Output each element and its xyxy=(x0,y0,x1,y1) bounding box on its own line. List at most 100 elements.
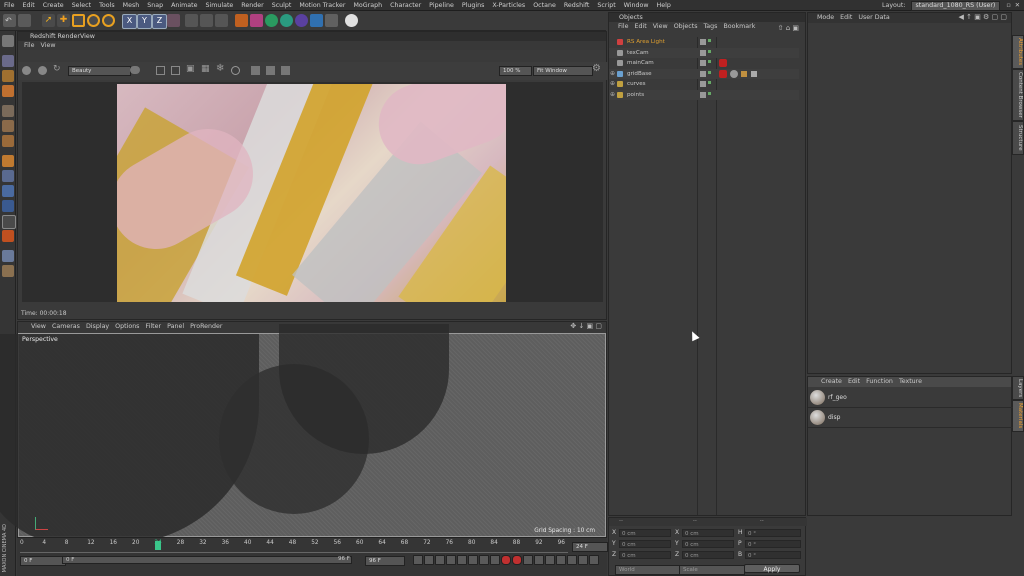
check-icon[interactable] xyxy=(708,49,711,53)
polygons-mode-icon[interactable] xyxy=(2,135,14,147)
visibility-icon[interactable] xyxy=(700,70,706,77)
record-icon[interactable] xyxy=(501,555,511,565)
tab-attributes[interactable]: Attributes xyxy=(1012,35,1024,69)
visibility-icon[interactable] xyxy=(700,49,706,56)
position-key-icon[interactable] xyxy=(534,555,544,565)
coord-size-field[interactable]: 0 cm xyxy=(682,529,734,537)
attributes-menu-edit[interactable]: Edit xyxy=(837,13,855,22)
tab-structure[interactable]: Structure xyxy=(1012,121,1024,155)
light-icon[interactable] xyxy=(345,14,358,27)
crop-icon[interactable] xyxy=(171,66,180,75)
aov-select[interactable]: Beauty xyxy=(68,66,131,76)
layout-select[interactable]: standard_1080_RS (User) xyxy=(910,1,1001,11)
next-frame-icon[interactable] xyxy=(457,555,467,565)
check-icon[interactable] xyxy=(708,39,711,42)
menu-mograph[interactable]: MoGraph xyxy=(349,0,386,11)
autokey-icon[interactable] xyxy=(512,555,522,565)
subdivision-icon[interactable] xyxy=(265,14,278,27)
coord-rot-field[interactable]: 0 ° xyxy=(745,540,801,548)
viewport-menu-panel[interactable]: Panel xyxy=(164,322,187,331)
attributes-nav-icons[interactable]: ◀ ↑ ▣ ⚙ ▢ ▢ xyxy=(959,13,1008,21)
objects-menu-bookmark[interactable]: Bookmark xyxy=(720,22,758,31)
objects-menu-tags[interactable]: Tags xyxy=(701,22,721,31)
lock-icon[interactable]: ▣ xyxy=(186,64,195,74)
zoom-select[interactable]: 100 % xyxy=(499,66,532,76)
expand-icon[interactable]: ⊕ xyxy=(610,90,615,100)
viewport-menu-view[interactable]: View xyxy=(28,322,49,331)
visibility-icon[interactable] xyxy=(700,60,706,66)
viewport-menu-cameras[interactable]: Cameras xyxy=(49,322,83,331)
snowflake-icon[interactable]: ❄ xyxy=(216,63,224,74)
viewport-menu-display[interactable]: Display xyxy=(83,322,112,331)
viewport-menu-filter[interactable]: Filter xyxy=(142,322,164,331)
render-settings-icon[interactable] xyxy=(215,14,228,27)
material-name[interactable]: disp xyxy=(828,414,840,421)
menu-select[interactable]: Select xyxy=(68,0,95,11)
object-row[interactable]: texCam xyxy=(609,47,799,58)
edges-mode-icon[interactable] xyxy=(2,120,14,132)
fit-select[interactable]: Fit Window xyxy=(533,66,593,76)
object-row[interactable]: ⊕ points xyxy=(609,89,799,100)
menu-simulate[interactable]: Simulate xyxy=(201,0,237,11)
coord-pos-field[interactable]: 0 cm xyxy=(619,540,671,548)
pause-icon[interactable] xyxy=(38,66,47,75)
attributes-menu-user-data[interactable]: User Data xyxy=(855,13,892,22)
scale-mode-select[interactable]: Scale xyxy=(679,565,745,575)
timeline-menu-icon[interactable] xyxy=(589,555,599,565)
tab-materials[interactable]: Materials xyxy=(1012,400,1024,432)
render-view-icon[interactable] xyxy=(200,14,213,27)
object-name[interactable]: texCam xyxy=(627,48,649,58)
refresh-icon[interactable]: ↻ xyxy=(53,64,61,74)
objects-menu-view[interactable]: View xyxy=(650,22,671,31)
workplane-icon[interactable] xyxy=(2,85,14,97)
x-axis-button[interactable]: X xyxy=(122,14,137,29)
tweak-mode-icon[interactable] xyxy=(2,170,14,182)
brush-icon[interactable] xyxy=(2,265,14,277)
objects-menu-edit[interactable]: Edit xyxy=(632,22,650,31)
y-axis-button[interactable]: Y xyxy=(137,14,152,29)
current-frame-field[interactable]: 24 F xyxy=(572,542,608,552)
redo-icon[interactable] xyxy=(18,14,31,27)
object-name[interactable]: curves xyxy=(627,79,646,89)
window-close-icon[interactable]: ✕ xyxy=(1015,2,1020,9)
coord-size-field[interactable]: 0 cm xyxy=(682,551,734,559)
z-axis-button[interactable]: Z xyxy=(152,14,167,29)
go-start-icon[interactable] xyxy=(413,555,423,565)
coord-pos-field[interactable]: 0 cm xyxy=(619,551,671,559)
grid-icon[interactable]: ▦ xyxy=(201,64,210,74)
move-icon[interactable]: ✚ xyxy=(57,14,70,27)
materials-menu-texture[interactable]: Texture xyxy=(896,377,925,386)
menu-file[interactable]: File xyxy=(0,0,19,11)
menu-tools[interactable]: Tools xyxy=(95,0,119,11)
materials-menu-function[interactable]: Function xyxy=(863,377,896,386)
rotate-icon[interactable] xyxy=(87,14,100,27)
expand-icon[interactable]: ⊕ xyxy=(610,79,615,89)
prev-key-icon[interactable] xyxy=(424,555,434,565)
objects-menu-objects[interactable]: Objects xyxy=(671,22,701,31)
coord-rot-field[interactable]: 0 ° xyxy=(745,551,801,559)
check-icon[interactable] xyxy=(708,70,711,74)
keyframe-icon[interactable] xyxy=(523,555,533,565)
locked-workplane-icon[interactable] xyxy=(2,215,16,229)
menu-sculpt[interactable]: Sculpt xyxy=(268,0,296,11)
paint-icon[interactable] xyxy=(2,230,14,242)
menu-x-particles[interactable]: X-Particles xyxy=(488,0,529,11)
menu-edit[interactable]: Edit xyxy=(19,0,39,11)
menu-snap[interactable]: Snap xyxy=(143,0,167,11)
menu-mesh[interactable]: Mesh xyxy=(119,0,144,11)
render-region-icon[interactable] xyxy=(185,14,198,27)
objects-menu-file[interactable]: File xyxy=(615,22,632,31)
material-preview-icon[interactable] xyxy=(810,410,825,425)
material-item[interactable]: rf_geo xyxy=(808,388,1013,408)
pla-key-icon[interactable] xyxy=(578,555,588,565)
camera-icon[interactable] xyxy=(325,14,338,27)
material-preview-icon[interactable] xyxy=(810,390,825,405)
check-icon[interactable] xyxy=(708,81,711,84)
viewport-menu-options[interactable]: Options xyxy=(112,322,142,331)
soft-selection-icon[interactable] xyxy=(2,200,14,212)
visibility-icon[interactable] xyxy=(700,81,706,87)
pen-icon[interactable] xyxy=(250,14,263,27)
coord-mode-select[interactable]: World xyxy=(615,565,681,575)
expand-icon[interactable]: ⊕ xyxy=(610,69,615,79)
rotation-key-icon[interactable] xyxy=(545,555,555,565)
